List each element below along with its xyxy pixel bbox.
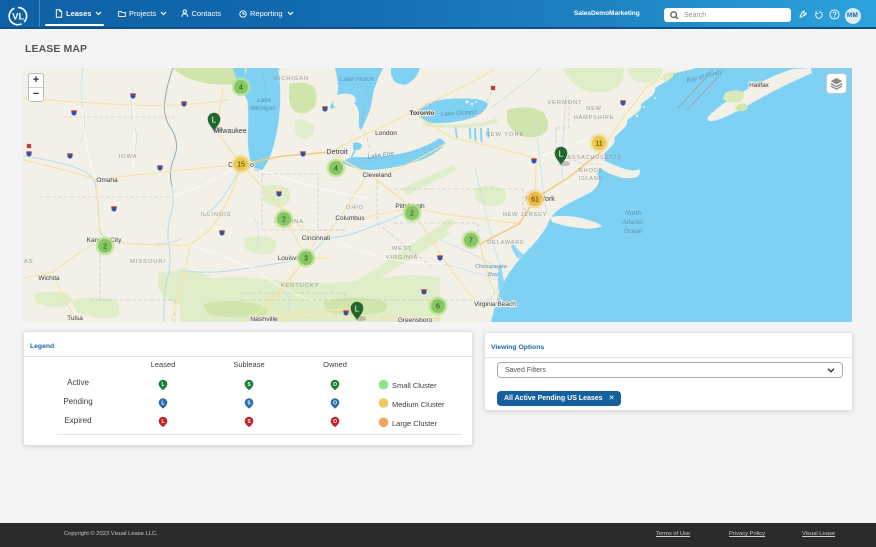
svg-text:Wichita: Wichita bbox=[38, 275, 60, 282]
svg-text:4: 4 bbox=[334, 166, 338, 173]
svg-text:4: 4 bbox=[239, 85, 243, 92]
svg-text:NEW: NEW bbox=[586, 106, 601, 112]
svg-text:Lake: Lake bbox=[257, 97, 271, 104]
svg-text:11: 11 bbox=[595, 141, 602, 148]
svg-text:Omaha: Omaha bbox=[96, 177, 118, 184]
svg-text:Cincinnati: Cincinnati bbox=[302, 235, 331, 242]
svg-text:VERMONT: VERMONT bbox=[547, 100, 582, 106]
svg-text:6: 6 bbox=[436, 304, 440, 311]
svg-text:ISLAND: ISLAND bbox=[578, 176, 603, 182]
svg-text:Nashville: Nashville bbox=[250, 316, 278, 322]
svg-text:KANSAS: KANSAS bbox=[23, 259, 33, 265]
svg-text:L: L bbox=[161, 419, 164, 425]
svg-text:Toronto: Toronto bbox=[409, 110, 434, 117]
svg-text:DELAWARE: DELAWARE bbox=[487, 240, 524, 246]
svg-text:O: O bbox=[333, 382, 337, 388]
svg-text:Chesapeake: Chesapeake bbox=[475, 264, 508, 270]
svg-text:L: L bbox=[355, 304, 360, 314]
svg-text:Virginia Beach: Virginia Beach bbox=[474, 301, 516, 308]
svg-text:Halifax: Halifax bbox=[749, 82, 770, 89]
svg-text:OHIO: OHIO bbox=[346, 205, 364, 211]
svg-text:Lake Huron: Lake Huron bbox=[339, 76, 374, 83]
svg-text:HAMPSHIRE: HAMPSHIRE bbox=[574, 115, 614, 121]
svg-text:Bay: Bay bbox=[488, 272, 499, 278]
svg-text:L: L bbox=[559, 149, 564, 159]
svg-text:KENTUCKY: KENTUCKY bbox=[281, 283, 320, 289]
svg-text:VL: VL bbox=[12, 12, 24, 23]
svg-text:Michigan: Michigan bbox=[250, 105, 276, 112]
svg-text:WEST: WEST bbox=[392, 246, 412, 252]
svg-text:2: 2 bbox=[410, 211, 414, 218]
svg-text:VIRGINIA: VIRGINIA bbox=[386, 255, 419, 261]
svg-text:3: 3 bbox=[304, 256, 308, 263]
svg-text:Tulsa: Tulsa bbox=[67, 315, 83, 322]
svg-text:MASSACHUSETTS: MASSACHUSETTS bbox=[562, 155, 622, 161]
svg-text:15: 15 bbox=[237, 162, 245, 169]
svg-text:MICHIGAN: MICHIGAN bbox=[273, 76, 309, 82]
svg-text:MISSOURI: MISSOURI bbox=[130, 259, 166, 265]
svg-text:O: O bbox=[333, 419, 337, 425]
svg-text:ILLINOIS: ILLINOIS bbox=[200, 212, 231, 218]
svg-text:NEW JERSEY: NEW JERSEY bbox=[503, 212, 547, 218]
svg-text:61: 61 bbox=[531, 197, 539, 204]
svg-text:Cleveland: Cleveland bbox=[363, 172, 392, 179]
svg-text:L: L bbox=[161, 382, 164, 388]
svg-text:RHODE: RHODE bbox=[579, 168, 603, 174]
svg-text:IOWA: IOWA bbox=[119, 154, 138, 160]
svg-text:London: London bbox=[375, 130, 397, 137]
svg-text:L: L bbox=[212, 115, 217, 125]
svg-text:NEW YORK: NEW YORK bbox=[486, 132, 525, 138]
svg-text:North: North bbox=[625, 210, 641, 217]
svg-text:Greensboro: Greensboro bbox=[398, 317, 433, 322]
svg-text:O: O bbox=[333, 401, 337, 407]
svg-text:Ocean: Ocean bbox=[623, 228, 643, 235]
svg-text:Detroit: Detroit bbox=[326, 147, 347, 156]
svg-text:L: L bbox=[161, 401, 164, 407]
svg-text:2: 2 bbox=[103, 244, 107, 251]
svg-text:Atlantic: Atlantic bbox=[621, 219, 644, 226]
svg-text:7: 7 bbox=[469, 238, 473, 245]
svg-text:Columbus: Columbus bbox=[335, 215, 365, 222]
svg-text:2: 2 bbox=[282, 217, 286, 224]
